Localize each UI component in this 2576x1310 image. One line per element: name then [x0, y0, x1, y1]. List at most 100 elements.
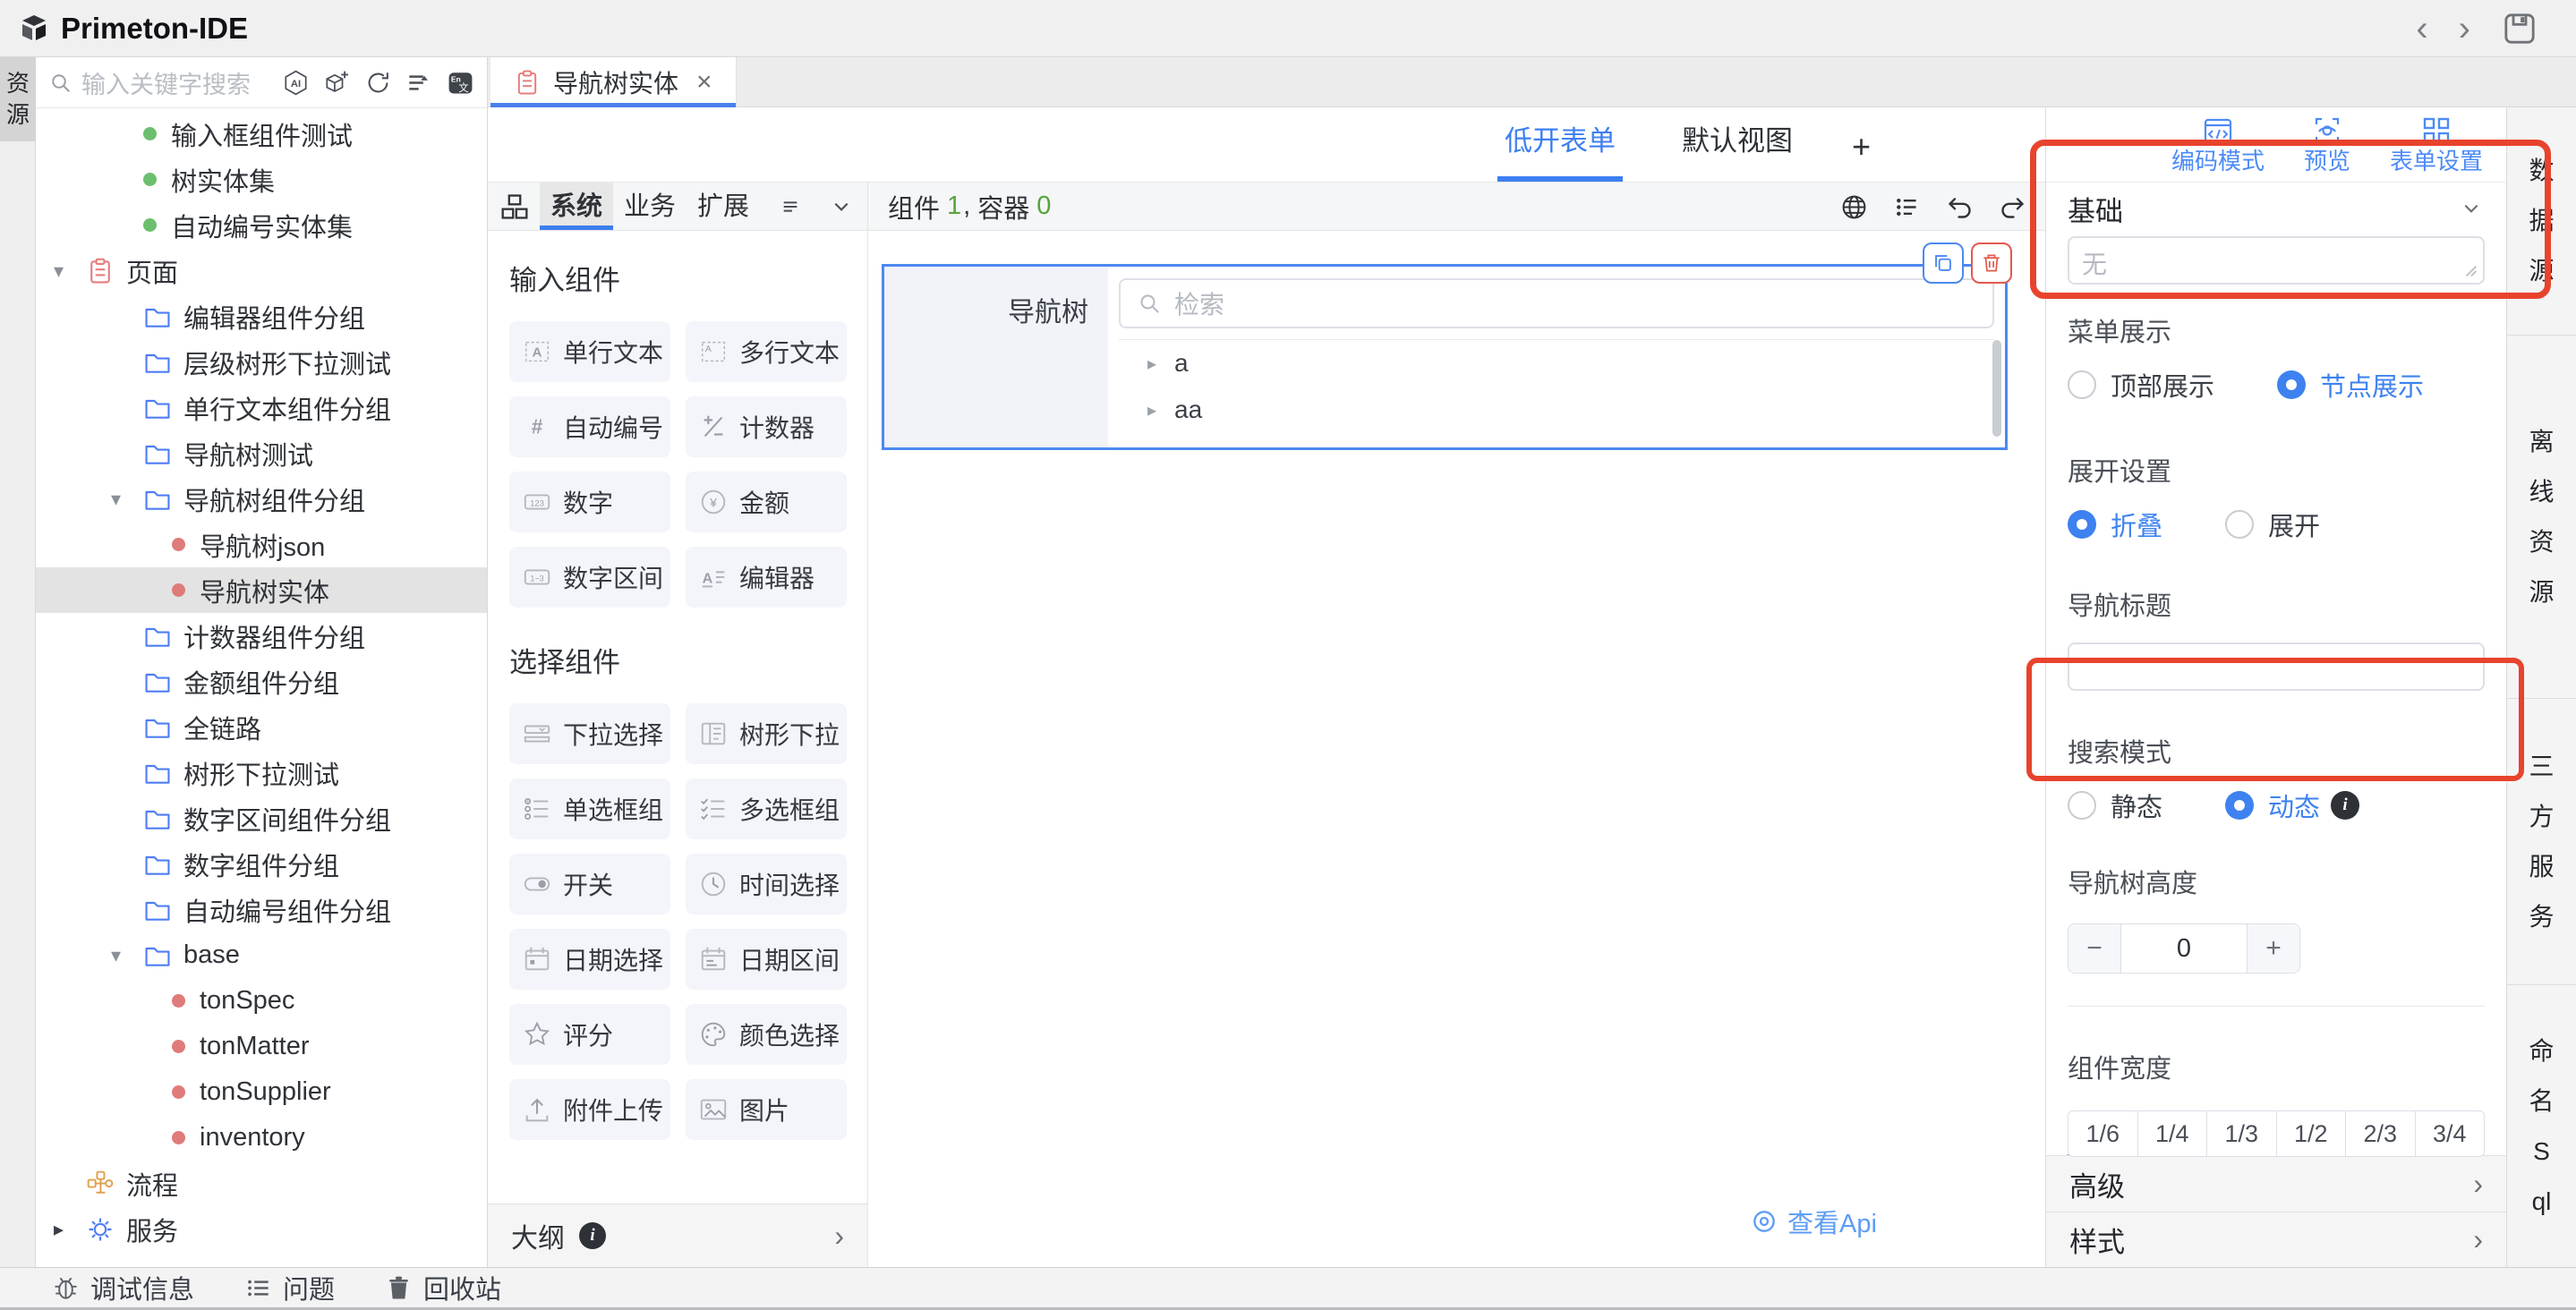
caret-down-icon[interactable]: ▾ [111, 944, 143, 967]
palette-item[interactable]: #自动编号 [509, 396, 670, 457]
cube-plus-icon[interactable] [323, 69, 351, 97]
tree-row[interactable]: 流程 [36, 1161, 487, 1206]
tree-row[interactable]: 树实体集 [36, 157, 487, 202]
redo-icon[interactable] [1998, 192, 2027, 222]
advanced-section-header[interactable]: 高级 › [2046, 1155, 2506, 1212]
palette-tab[interactable]: 系统 [540, 183, 613, 230]
radio-option[interactable]: 节点展示 [2277, 366, 2424, 404]
save-icon[interactable] [2501, 10, 2538, 47]
tree-row[interactable]: 全链路 [36, 704, 487, 750]
caret-down-icon[interactable]: ▾ [54, 259, 86, 283]
tree-row[interactable]: 编辑器组件分组 [36, 293, 487, 339]
tree-row[interactable]: ▾页面 [36, 248, 487, 293]
outline-bar[interactable]: 大纲 i › [488, 1204, 868, 1267]
tree-row[interactable]: 数字组件分组 [36, 841, 487, 887]
explorer-search-input[interactable]: 输入关键字搜索 [81, 65, 273, 100]
radio-option[interactable]: 展开 [2225, 506, 2320, 543]
style-section-header[interactable]: 样式 › [2046, 1212, 2506, 1268]
palette-item[interactable]: 日期区间 [686, 929, 847, 990]
undo-icon[interactable] [1945, 192, 1975, 222]
palette-item[interactable]: A多行文本 [686, 321, 847, 382]
inspector-action-表单设置[interactable]: 表单设置 [2390, 115, 2483, 174]
view-tab[interactable]: 默认视图 [1675, 118, 1800, 182]
width-option[interactable]: 1/3 [2207, 1111, 2277, 1156]
chevron-right-icon[interactable]: › [834, 1220, 844, 1253]
tree-row[interactable]: 输入框组件测试 [36, 111, 487, 157]
right-strip-tab[interactable]: 三方服务 [2507, 699, 2576, 985]
tree-list-icon[interactable] [1892, 192, 1922, 222]
palette-item[interactable]: ¥金额 [686, 472, 847, 532]
palette-item[interactable]: A单行文本 [509, 321, 670, 382]
tree-row[interactable]: 自动编号实体集 [36, 202, 487, 248]
radio-selected-icon[interactable] [2225, 791, 2254, 820]
inspector-action-编码模式[interactable]: 编码模式 [2171, 115, 2265, 174]
tree-row[interactable]: 单行文本组件分组 [36, 385, 487, 430]
form-canvas[interactable]: 导航树 检索 ▸a▸aa [868, 231, 2045, 1267]
tree-row[interactable]: 金额组件分组 [36, 659, 487, 704]
basic-value-textarea[interactable]: 无 [2068, 236, 2485, 285]
palette-item[interactable]: 附件上传 [509, 1079, 670, 1140]
basic-section-header[interactable]: 基础 [2046, 183, 2506, 234]
nav-title-input[interactable] [2068, 642, 2485, 691]
translate-icon[interactable]: En文 [447, 69, 474, 97]
view-api-link[interactable]: 查看Api [1750, 1203, 1877, 1240]
radio-selected-icon[interactable] [2277, 370, 2306, 399]
radio-option[interactable]: 顶部展示 [2068, 366, 2214, 404]
chevron-down-icon[interactable] [828, 193, 855, 220]
back-arrow-icon[interactable]: ‹ [2416, 11, 2427, 47]
nav-tree-node[interactable]: ▸a [1119, 340, 1994, 387]
sort-icon[interactable] [405, 69, 433, 97]
caret-right-icon[interactable]: ▸ [1147, 353, 1156, 375]
radio-icon[interactable] [2225, 510, 2254, 539]
palette-item[interactable]: 单选框组 [509, 778, 670, 839]
right-strip-tab[interactable]: 命名Sql [2507, 985, 2576, 1267]
forward-arrow-icon[interactable]: › [2459, 11, 2470, 47]
statusbar-item-问题[interactable]: 问题 [244, 1269, 335, 1306]
refresh-icon[interactable] [364, 69, 392, 97]
palette-item[interactable]: A编辑器 [686, 547, 847, 608]
tree-row[interactable]: ▾base [36, 932, 487, 978]
radio-icon[interactable] [2068, 370, 2096, 399]
width-option[interactable]: 1/4 [2138, 1111, 2208, 1156]
radio-option[interactable]: 静态 [2068, 787, 2162, 824]
tree-row[interactable]: ▾导航树组件分组 [36, 476, 487, 522]
palette-item[interactable]: 开关 [509, 854, 670, 914]
tree-row[interactable]: 层级树形下拉测试 [36, 339, 487, 385]
ai-icon[interactable]: AI [282, 69, 310, 97]
inspector-action-预览[interactable]: 预览 [2304, 115, 2350, 174]
stepper-plus-button[interactable]: + [2248, 924, 2299, 973]
palette-tab[interactable]: 扩展 [687, 183, 760, 230]
tree-row[interactable]: 计数器组件分组 [36, 613, 487, 659]
add-view-button[interactable]: + [1852, 128, 1871, 182]
tree-row[interactable]: ▸服务 [36, 1206, 487, 1252]
tree-row[interactable]: tonMatter [36, 1024, 487, 1069]
palette-item[interactable]: 计数器 [686, 396, 847, 457]
globe-icon[interactable] [1839, 192, 1869, 222]
width-option[interactable]: 2/3 [2346, 1111, 2416, 1156]
caret-down-icon[interactable]: ▾ [111, 488, 143, 511]
palette-item[interactable]: 图片 [686, 1079, 847, 1140]
resize-grip-icon[interactable] [2463, 263, 2479, 279]
palette-item[interactable]: 多选框组 [686, 778, 847, 839]
right-strip-tab[interactable]: 数据源 [2507, 107, 2576, 336]
palette-item[interactable]: 1~3数字区间 [509, 547, 670, 608]
tree-row[interactable]: tonSupplier [36, 1069, 487, 1115]
tree-row[interactable]: 导航树json [36, 522, 487, 567]
caret-right-icon[interactable]: ▸ [1147, 399, 1156, 421]
close-icon[interactable]: × [696, 67, 712, 98]
nav-tree-component[interactable]: 导航树 检索 ▸a▸aa [882, 264, 2008, 450]
nav-tree-search-input[interactable]: 检索 [1119, 278, 1994, 328]
view-tab[interactable]: 低开表单 [1497, 118, 1623, 182]
palette-tab[interactable]: 业务 [613, 183, 687, 230]
statusbar-item-调试信息[interactable]: 调试信息 [52, 1269, 194, 1306]
palette-item[interactable]: 评分 [509, 1004, 670, 1065]
caret-right-icon[interactable]: ▸ [54, 1218, 86, 1241]
palette-item[interactable]: 颜色选择 [686, 1004, 847, 1065]
width-option[interactable]: 3/4 [2416, 1111, 2485, 1156]
palette-item[interactable]: 时间选择 [686, 854, 847, 914]
tree-row[interactable]: 自动编号组件分组 [36, 887, 487, 932]
tree-row[interactable]: tonSpec [36, 978, 487, 1024]
statusbar-item-回收站[interactable]: 回收站 [385, 1269, 501, 1306]
nav-tree-node[interactable]: ▸aa [1119, 387, 1994, 433]
sidebar-tab-resources[interactable]: 资源 [0, 57, 36, 141]
